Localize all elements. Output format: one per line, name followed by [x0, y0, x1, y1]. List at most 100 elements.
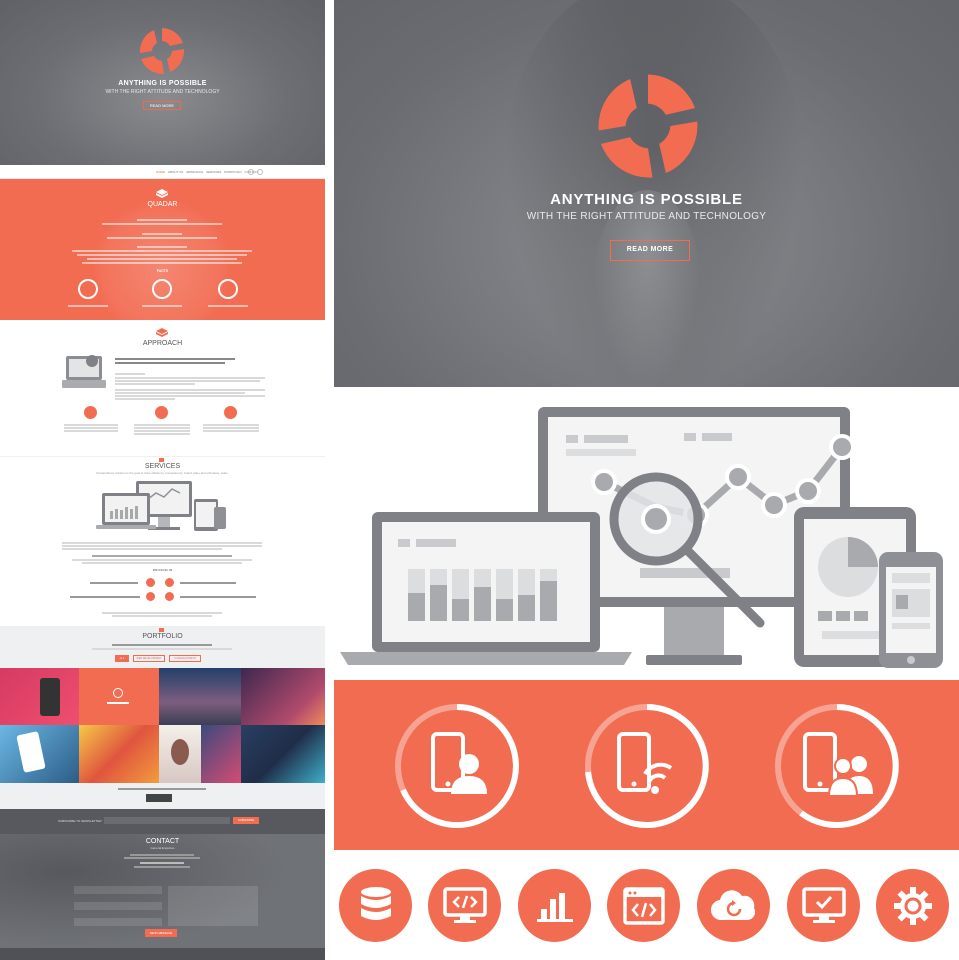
- contact-name-input[interactable]: [74, 886, 162, 894]
- preview-services-section: SERVICES Extraordinary solution is the g…: [0, 456, 325, 626]
- facebook-icon[interactable]: [248, 169, 254, 175]
- portfolio-tile-3[interactable]: [159, 668, 241, 725]
- preview-portfolio-title: PORTFOLIO: [142, 633, 183, 640]
- text-line: [68, 305, 108, 307]
- preview-send-button[interactable]: SEND MESSAGE: [145, 929, 177, 937]
- text-line: [203, 427, 259, 429]
- preview-subscribe-button[interactable]: SUBSCRIBE: [233, 817, 259, 824]
- text-line: [115, 380, 260, 382]
- preview-nav-approach[interactable]: APPROACH: [186, 170, 203, 174]
- preview-about-section: QUADAR FACTS: [0, 179, 325, 320]
- preview-facts-label: FACTS: [156, 269, 169, 273]
- fact-wifi-icon: [152, 279, 172, 299]
- portfolio-contact-button[interactable]: [146, 794, 172, 802]
- text-line: [208, 305, 248, 307]
- portfolio-tile-8[interactable]: [201, 725, 241, 783]
- preview-services-title: SERVICES: [144, 463, 181, 470]
- text-line: [77, 254, 247, 256]
- portfolio-filter-ui[interactable]: UI DEVELOPMENT: [169, 655, 201, 662]
- text-line: [62, 545, 262, 547]
- text-line: [112, 644, 212, 646]
- portfolio-marker-icon: [159, 628, 164, 632]
- preview-contact-section: CONTACT General Enquiries SEND MESSAGE: [0, 834, 325, 960]
- preview-social-links: [248, 169, 263, 175]
- preview-read-more-button[interactable]: READ MORE: [143, 101, 181, 110]
- hero-section: ANYTHING IS POSSIBLE WITH THE RIGHT ATTI…: [334, 0, 959, 387]
- text-line: [115, 398, 175, 400]
- quadar-logo-icon: [139, 28, 185, 75]
- service-icon-2: [165, 578, 174, 587]
- service-icons-row: [334, 850, 959, 960]
- contact-subject-input[interactable]: [74, 918, 162, 926]
- preview-nav-home[interactable]: HOME: [156, 170, 165, 174]
- text-line: [62, 548, 222, 550]
- text-line: [102, 223, 222, 225]
- portfolio-tile-6[interactable]: [79, 725, 159, 783]
- text-line: [134, 430, 190, 432]
- read-more-button[interactable]: READ MORE: [610, 240, 690, 261]
- text-line: [142, 305, 182, 307]
- text-line: [180, 596, 256, 598]
- portfolio-tile-4[interactable]: [241, 668, 325, 725]
- bar-chart-icon: [518, 869, 591, 942]
- text-line: [140, 862, 184, 864]
- portfolio-filter-web[interactable]: WEB DEVELOPMENT: [133, 655, 165, 662]
- text-line: [87, 258, 237, 260]
- preview-hero-subtitle: WITH THE RIGHT ATTITUDE AND TECHNOLOGY: [105, 89, 220, 95]
- text-line: [142, 233, 182, 235]
- text-line: [92, 648, 232, 650]
- preview-subscribe-label: SUBSCRIBE TO NEWSLETTER: [58, 819, 102, 823]
- database-icon: [339, 869, 412, 942]
- quadar-logo-icon: [598, 74, 698, 178]
- service-icon-3: [146, 592, 155, 601]
- service-icon-4: [165, 592, 174, 601]
- text-line: [137, 246, 187, 248]
- text-line: [115, 392, 245, 394]
- preview-globe-graphic: [92, 199, 232, 320]
- portfolio-tile-hover[interactable]: [79, 668, 159, 725]
- text-line: [115, 377, 265, 379]
- preview-devices-graphic: [96, 481, 226, 531]
- newsletter-email-input[interactable]: [104, 817, 230, 824]
- cloud-sync-icon: [697, 869, 770, 942]
- preview-nav-portfolio[interactable]: PORTFOLIO: [224, 170, 241, 174]
- portfolio-tile-5[interactable]: [0, 725, 79, 783]
- fact-mobile-icon: [78, 279, 98, 299]
- devices-illustration: [334, 387, 959, 680]
- text-line: [115, 362, 225, 364]
- quadar-cube-icon: [156, 189, 168, 198]
- text-line: [92, 555, 232, 557]
- text-line: [107, 237, 217, 239]
- text-line: [203, 424, 259, 426]
- text-line: [72, 559, 252, 561]
- text-line: [115, 389, 265, 391]
- services-marker-icon: [159, 458, 164, 462]
- text-line: [102, 612, 222, 614]
- contact-message-textarea[interactable]: [168, 886, 258, 926]
- preview-nav-services[interactable]: SERVICES: [206, 170, 221, 174]
- text-line: [64, 430, 118, 432]
- preview-hero: ANYTHING IS POSSIBLE WITH THE RIGHT ATTI…: [0, 0, 325, 165]
- approach-digital-icon: [84, 406, 97, 419]
- text-line: [203, 430, 259, 432]
- preview-footer: [0, 948, 325, 960]
- text-line: [115, 395, 265, 397]
- text-line: [134, 424, 190, 426]
- code-monitor-icon: [428, 869, 501, 942]
- preview-about-title: QUADAR: [147, 201, 178, 208]
- portfolio-tile-7[interactable]: [159, 725, 201, 783]
- digital-data-distribution-graphic: [62, 355, 106, 388]
- contact-email-input[interactable]: [74, 902, 162, 910]
- text-line: [115, 383, 195, 385]
- code-window-icon: [607, 869, 680, 942]
- text-line: [112, 615, 212, 617]
- preview-excel-label: WE EXCEL IN: [152, 568, 173, 572]
- portfolio-tile-9[interactable]: [241, 725, 325, 783]
- text-line: [134, 433, 190, 435]
- text-line: [64, 424, 118, 426]
- preview-nav-about[interactable]: ABOUT US: [168, 170, 183, 174]
- twitter-icon[interactable]: [257, 169, 263, 175]
- portfolio-tile-1[interactable]: [0, 668, 79, 725]
- portfolio-filter-all[interactable]: ALL: [115, 655, 129, 662]
- preview-subscribe-bar: SUBSCRIBE TO NEWSLETTER SUBSCRIBE: [0, 809, 325, 834]
